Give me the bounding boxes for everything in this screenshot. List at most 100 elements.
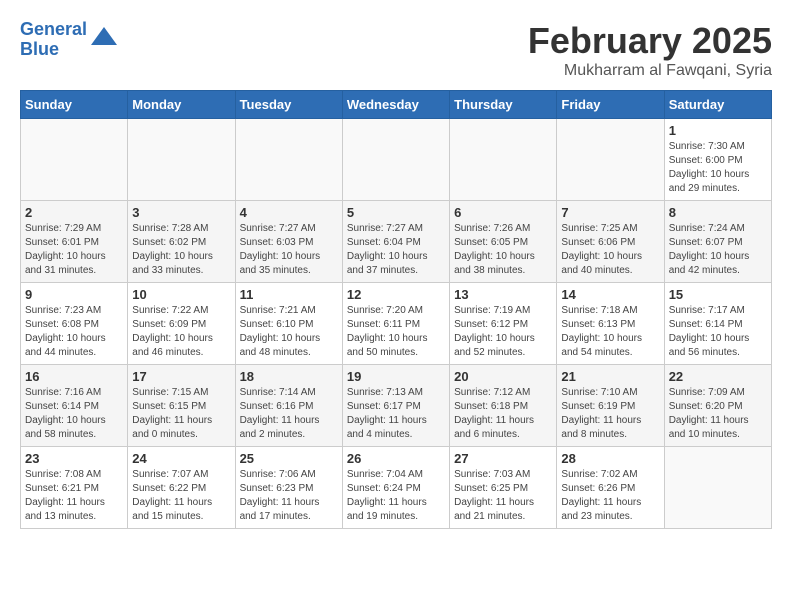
day-info: Sunrise: 7:17 AM Sunset: 6:14 PM Dayligh… bbox=[669, 304, 767, 360]
calendar-cell: 26 Sunrise: 7:04 AM Sunset: 6:24 PM Dayli… bbox=[342, 447, 449, 529]
day-number: 19 bbox=[347, 369, 445, 384]
day-info: Sunrise: 7:08 AM Sunset: 6:21 PM Dayligh… bbox=[25, 468, 123, 524]
calendar-subtitle: Mukharram al Fawqani, Syria bbox=[528, 62, 772, 80]
calendar-title: February 2025 bbox=[528, 20, 772, 62]
calendar-cell bbox=[342, 119, 449, 201]
day-info: Sunrise: 7:06 AM Sunset: 6:23 PM Dayligh… bbox=[240, 468, 338, 524]
logo-blue: Blue bbox=[20, 39, 59, 59]
col-header-monday: Monday bbox=[128, 91, 235, 119]
day-info: Sunrise: 7:10 AM Sunset: 6:19 PM Dayligh… bbox=[561, 386, 659, 442]
calendar-cell: 24 Sunrise: 7:07 AM Sunset: 6:22 PM Dayli… bbox=[128, 447, 235, 529]
day-info: Sunrise: 7:28 AM Sunset: 6:02 PM Dayligh… bbox=[132, 222, 230, 278]
calendar-cell: 18 Sunrise: 7:14 AM Sunset: 6:16 PM Dayli… bbox=[235, 365, 342, 447]
col-header-sunday: Sunday bbox=[21, 91, 128, 119]
calendar-cell bbox=[664, 447, 771, 529]
day-info: Sunrise: 7:12 AM Sunset: 6:18 PM Dayligh… bbox=[454, 386, 552, 442]
day-number: 11 bbox=[240, 287, 338, 302]
calendar-cell: 14Sunrise: 7:18 AM Sunset: 6:13 PM Dayli… bbox=[557, 283, 664, 365]
day-number: 21 bbox=[561, 369, 659, 384]
day-info: Sunrise: 7:03 AM Sunset: 6:25 PM Dayligh… bbox=[454, 468, 552, 524]
day-info: Sunrise: 7:19 AM Sunset: 6:12 PM Dayligh… bbox=[454, 304, 552, 360]
title-area: February 2025 Mukharram al Fawqani, Syri… bbox=[528, 20, 772, 80]
day-number: 9 bbox=[25, 287, 123, 302]
page-header: General Blue February 2025 Mukharram al … bbox=[20, 20, 772, 80]
calendar-cell: 12Sunrise: 7:20 AM Sunset: 6:11 PM Dayli… bbox=[342, 283, 449, 365]
day-info: Sunrise: 7:27 AM Sunset: 6:04 PM Dayligh… bbox=[347, 222, 445, 278]
day-info: Sunrise: 7:25 AM Sunset: 6:06 PM Dayligh… bbox=[561, 222, 659, 278]
day-info: Sunrise: 7:07 AM Sunset: 6:22 PM Dayligh… bbox=[132, 468, 230, 524]
calendar-cell: 17Sunrise: 7:15 AM Sunset: 6:15 PM Dayli… bbox=[128, 365, 235, 447]
day-info: Sunrise: 7:21 AM Sunset: 6:10 PM Dayligh… bbox=[240, 304, 338, 360]
day-number: 13 bbox=[454, 287, 552, 302]
day-number: 1 bbox=[669, 123, 767, 138]
day-number: 2 bbox=[25, 205, 123, 220]
day-number: 12 bbox=[347, 287, 445, 302]
day-number: 5 bbox=[347, 205, 445, 220]
calendar-week-1: 1Sunrise: 7:30 AM Sunset: 6:00 PM Daylig… bbox=[21, 119, 772, 201]
calendar-cell: 8Sunrise: 7:24 AM Sunset: 6:07 PM Daylig… bbox=[664, 201, 771, 283]
calendar-week-3: 9 Sunrise: 7:23 AM Sunset: 6:08 PM Daylig… bbox=[21, 283, 772, 365]
calendar-week-5: 23Sunrise: 7:08 AM Sunset: 6:21 PM Dayli… bbox=[21, 447, 772, 529]
calendar-cell: 21 Sunrise: 7:10 AM Sunset: 6:19 PM Dayli… bbox=[557, 365, 664, 447]
day-number: 26 bbox=[347, 451, 445, 466]
calendar-cell: 9 Sunrise: 7:23 AM Sunset: 6:08 PM Daylig… bbox=[21, 283, 128, 365]
logo-icon bbox=[89, 25, 119, 55]
calendar-header-row: SundayMondayTuesdayWednesdayThursdayFrid… bbox=[21, 91, 772, 119]
day-number: 24 bbox=[132, 451, 230, 466]
calendar-cell: 20 Sunrise: 7:12 AM Sunset: 6:18 PM Dayli… bbox=[450, 365, 557, 447]
calendar-cell: 7 Sunrise: 7:25 AM Sunset: 6:06 PM Daylig… bbox=[557, 201, 664, 283]
day-info: Sunrise: 7:04 AM Sunset: 6:24 PM Dayligh… bbox=[347, 468, 445, 524]
day-number: 27 bbox=[454, 451, 552, 466]
col-header-thursday: Thursday bbox=[450, 91, 557, 119]
day-info: Sunrise: 7:23 AM Sunset: 6:08 PM Dayligh… bbox=[25, 304, 123, 360]
col-header-saturday: Saturday bbox=[664, 91, 771, 119]
day-info: Sunrise: 7:24 AM Sunset: 6:07 PM Dayligh… bbox=[669, 222, 767, 278]
calendar-cell: 27 Sunrise: 7:03 AM Sunset: 6:25 PM Dayli… bbox=[450, 447, 557, 529]
calendar-cell: 3 Sunrise: 7:28 AM Sunset: 6:02 PM Daylig… bbox=[128, 201, 235, 283]
day-number: 20 bbox=[454, 369, 552, 384]
calendar-table: SundayMondayTuesdayWednesdayThursdayFrid… bbox=[20, 90, 772, 529]
day-info: Sunrise: 7:13 AM Sunset: 6:17 PM Dayligh… bbox=[347, 386, 445, 442]
logo: General Blue bbox=[20, 20, 119, 60]
calendar-cell bbox=[128, 119, 235, 201]
day-number: 18 bbox=[240, 369, 338, 384]
calendar-week-4: 16 Sunrise: 7:16 AM Sunset: 6:14 PM Dayli… bbox=[21, 365, 772, 447]
day-info: Sunrise: 7:29 AM Sunset: 6:01 PM Dayligh… bbox=[25, 222, 123, 278]
day-info: Sunrise: 7:14 AM Sunset: 6:16 PM Dayligh… bbox=[240, 386, 338, 442]
day-number: 7 bbox=[561, 205, 659, 220]
day-number: 14 bbox=[561, 287, 659, 302]
calendar-cell: 28Sunrise: 7:02 AM Sunset: 6:26 PM Dayli… bbox=[557, 447, 664, 529]
day-number: 3 bbox=[132, 205, 230, 220]
day-number: 25 bbox=[240, 451, 338, 466]
col-header-friday: Friday bbox=[557, 91, 664, 119]
calendar-cell: 25 Sunrise: 7:06 AM Sunset: 6:23 PM Dayli… bbox=[235, 447, 342, 529]
calendar-cell: 16 Sunrise: 7:16 AM Sunset: 6:14 PM Dayli… bbox=[21, 365, 128, 447]
day-number: 22 bbox=[669, 369, 767, 384]
calendar-cell: 5 Sunrise: 7:27 AM Sunset: 6:04 PM Daylig… bbox=[342, 201, 449, 283]
day-number: 4 bbox=[240, 205, 338, 220]
calendar-cell bbox=[21, 119, 128, 201]
day-info: Sunrise: 7:16 AM Sunset: 6:14 PM Dayligh… bbox=[25, 386, 123, 442]
logo-text: General Blue bbox=[20, 20, 87, 60]
day-info: Sunrise: 7:02 AM Sunset: 6:26 PM Dayligh… bbox=[561, 468, 659, 524]
calendar-cell: 4 Sunrise: 7:27 AM Sunset: 6:03 PM Daylig… bbox=[235, 201, 342, 283]
calendar-cell bbox=[557, 119, 664, 201]
calendar-cell: 2 Sunrise: 7:29 AM Sunset: 6:01 PM Daylig… bbox=[21, 201, 128, 283]
day-info: Sunrise: 7:27 AM Sunset: 6:03 PM Dayligh… bbox=[240, 222, 338, 278]
day-number: 16 bbox=[25, 369, 123, 384]
day-number: 15 bbox=[669, 287, 767, 302]
day-info: Sunrise: 7:22 AM Sunset: 6:09 PM Dayligh… bbox=[132, 304, 230, 360]
day-number: 10 bbox=[132, 287, 230, 302]
calendar-cell: 15 Sunrise: 7:17 AM Sunset: 6:14 PM Dayli… bbox=[664, 283, 771, 365]
col-header-tuesday: Tuesday bbox=[235, 91, 342, 119]
calendar-week-2: 2 Sunrise: 7:29 AM Sunset: 6:01 PM Daylig… bbox=[21, 201, 772, 283]
calendar-cell: 10 Sunrise: 7:22 AM Sunset: 6:09 PM Dayli… bbox=[128, 283, 235, 365]
logo-general: General bbox=[20, 19, 87, 39]
calendar-cell bbox=[450, 119, 557, 201]
calendar-cell: 19 Sunrise: 7:13 AM Sunset: 6:17 PM Dayli… bbox=[342, 365, 449, 447]
day-info: Sunrise: 7:26 AM Sunset: 6:05 PM Dayligh… bbox=[454, 222, 552, 278]
calendar-cell: 13 Sunrise: 7:19 AM Sunset: 6:12 PM Dayli… bbox=[450, 283, 557, 365]
calendar-cell: 22Sunrise: 7:09 AM Sunset: 6:20 PM Dayli… bbox=[664, 365, 771, 447]
calendar-cell: 6 Sunrise: 7:26 AM Sunset: 6:05 PM Daylig… bbox=[450, 201, 557, 283]
day-number: 6 bbox=[454, 205, 552, 220]
